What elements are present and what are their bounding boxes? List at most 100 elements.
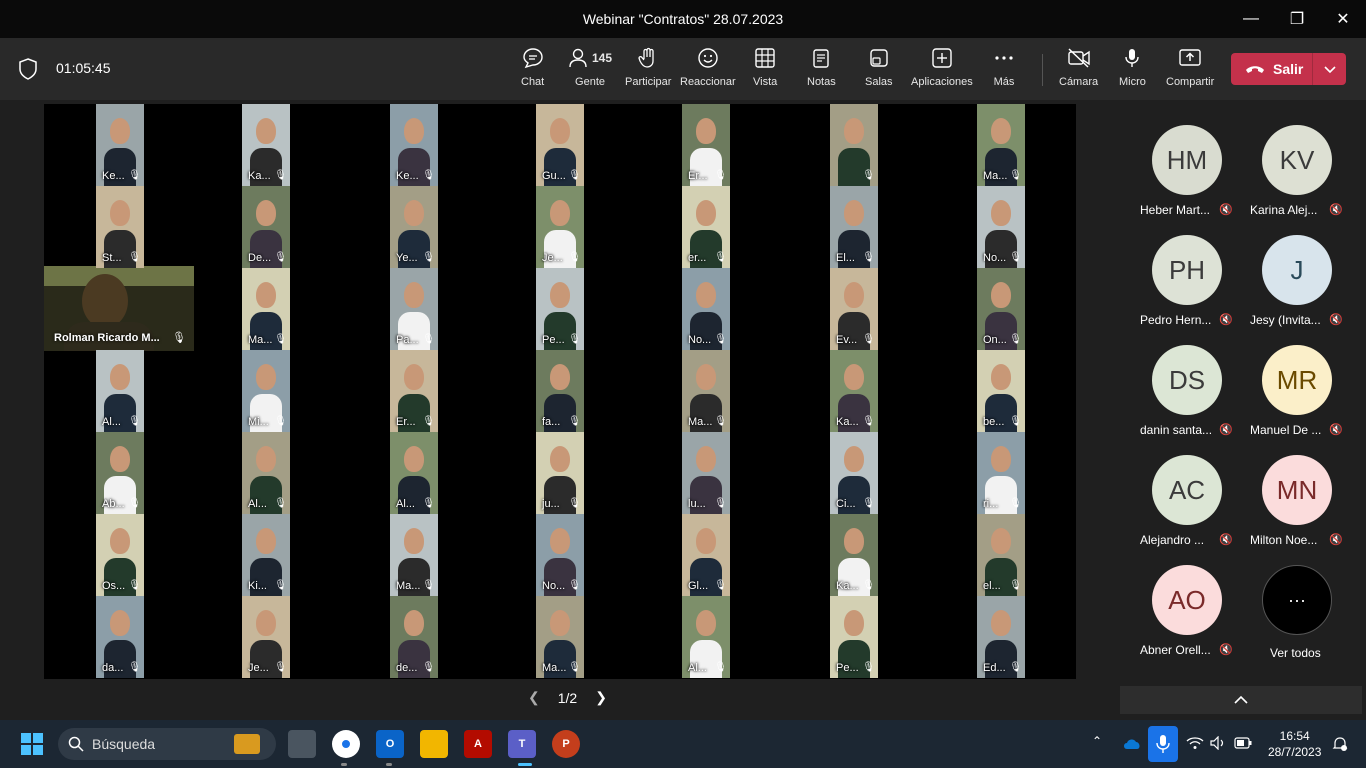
- more-icon: [995, 56, 1013, 60]
- participant-video-tile[interactable]: Pe... 🎙: [536, 268, 584, 350]
- participant-video-tile[interactable]: Pe... 🎙: [830, 596, 878, 678]
- chrome-icon[interactable]: [332, 730, 360, 758]
- participant-video-tile[interactable]: No... 🎙: [977, 186, 1025, 268]
- leave-main[interactable]: Salir: [1231, 53, 1313, 85]
- participant-video-tile[interactable]: On... 🎙: [977, 268, 1025, 350]
- leave-button[interactable]: Salir: [1231, 53, 1346, 85]
- participant-video-tile[interactable]: El... 🎙: [830, 186, 878, 268]
- volume-icon[interactable]: [1210, 736, 1226, 750]
- participant-video-tile[interactable]: Ed... 🎙: [977, 596, 1025, 678]
- onedrive-icon[interactable]: [1122, 736, 1142, 750]
- apps-button[interactable]: Aplicaciones: [911, 46, 973, 94]
- participant-video-tile[interactable]: Ma... 🎙: [536, 596, 584, 678]
- next-page-icon[interactable]: ❯: [595, 689, 607, 706]
- camera-button[interactable]: Cámara: [1059, 46, 1098, 94]
- participant-video-tile[interactable]: Ke... 🎙: [96, 104, 144, 186]
- view-button[interactable]: Vista: [753, 46, 777, 94]
- people-button[interactable]: 145 Gente: [568, 46, 612, 94]
- roster-item[interactable]: PH Pedro Hern... 🔇: [1119, 210, 1233, 327]
- participant-video-tile[interactable]: be... 🎙: [977, 350, 1025, 432]
- collapse-roster-button[interactable]: [1120, 686, 1362, 714]
- start-button[interactable]: [18, 730, 46, 758]
- participant-video-tile[interactable]: Ma... 🎙: [390, 514, 438, 596]
- wifi-icon[interactable]: [1186, 736, 1204, 750]
- see-all-button[interactable]: ···: [1229, 540, 1339, 650]
- participant-video-tile[interactable]: Al... 🎙: [682, 596, 730, 678]
- participant-video-tile[interactable]: Ma... 🎙: [242, 268, 290, 350]
- participant-video-tile[interactable]: da... 🎙: [96, 596, 144, 678]
- battery-icon[interactable]: [1234, 737, 1252, 749]
- participant-video-tile[interactable]: er... 🎙: [682, 186, 730, 268]
- participant-video-tile[interactable]: Gu... 🎙: [536, 104, 584, 186]
- roster-item[interactable]: KV Karina Alej... 🔇: [1229, 100, 1343, 217]
- more-button[interactable]: Más: [993, 46, 1015, 94]
- minimize-button[interactable]: —: [1228, 0, 1274, 38]
- notes-button[interactable]: Notas: [807, 46, 836, 94]
- task-view-icon[interactable]: [288, 730, 316, 758]
- roster-item[interactable]: AC Alejandro ... 🔇: [1119, 430, 1233, 547]
- participant-video-tile[interactable]: fa... 🎙: [536, 350, 584, 432]
- participant-video-tile[interactable]: No... 🎙: [682, 268, 730, 350]
- participant-video-tile[interactable]: Je... 🎙: [242, 596, 290, 678]
- notifications-icon[interactable]: [1332, 736, 1348, 752]
- close-button[interactable]: ✕: [1320, 0, 1366, 38]
- participant-video-tile[interactable]: Ma... 🎙: [682, 350, 730, 432]
- participant-video-tile[interactable]: Je... 🎙: [536, 186, 584, 268]
- participant-video-tile[interactable]: el... 🎙: [977, 514, 1025, 596]
- featured-video-tile[interactable]: Rolman Ricardo M... 🎙: [44, 266, 194, 351]
- participant-video-tile[interactable]: Ki... 🎙: [242, 514, 290, 596]
- powerpoint-icon[interactable]: P: [552, 730, 580, 758]
- participant-video-tile[interactable]: 🎙: [830, 104, 878, 186]
- participant-video-tile[interactable]: ri... 🎙: [977, 432, 1025, 514]
- mic-in-use-icon[interactable]: [1148, 726, 1178, 762]
- participant-video-tile[interactable]: Mi... 🎙: [242, 350, 290, 432]
- roster-item[interactable]: HM Heber Mart... 🔇: [1119, 100, 1233, 217]
- share-button[interactable]: Compartir: [1166, 46, 1214, 94]
- system-clock[interactable]: 16:54 28/7/2023: [1268, 728, 1321, 760]
- react-button[interactable]: Reaccionar: [680, 46, 736, 94]
- participant-video-tile[interactable]: Al... 🎙: [96, 350, 144, 432]
- file-explorer-icon[interactable]: [420, 730, 448, 758]
- participant-video-tile[interactable]: de... 🎙: [390, 596, 438, 678]
- prev-page-icon[interactable]: ❮: [528, 689, 540, 706]
- mic-button[interactable]: Micro: [1119, 46, 1146, 94]
- participant-video-tile[interactable]: Ke... 🎙: [390, 104, 438, 186]
- acrobat-icon[interactable]: A: [464, 730, 492, 758]
- participant-video-tile[interactable]: Ka... 🎙: [830, 350, 878, 432]
- tray-overflow-icon[interactable]: ⌃: [1092, 734, 1102, 748]
- participant-video-tile[interactable]: Al... 🎙: [390, 432, 438, 514]
- participant-video-tile[interactable]: Ci... 🎙: [830, 432, 878, 514]
- participant-video-tile[interactable]: Al... 🎙: [242, 432, 290, 514]
- roster-item[interactable]: MN Milton Noe... 🔇: [1229, 430, 1343, 547]
- roster-item[interactable]: AO Abner Orell... 🔇: [1119, 540, 1233, 657]
- participant-video-tile[interactable]: lu... 🎙: [682, 432, 730, 514]
- rooms-button[interactable]: Salas: [865, 46, 893, 94]
- roster-item[interactable]: DS danin santa... 🔇: [1119, 320, 1233, 437]
- participant-video-tile[interactable]: Ye... 🎙: [390, 186, 438, 268]
- participant-video-tile[interactable]: Gl... 🎙: [682, 514, 730, 596]
- participant-video-tile[interactable]: Ab... 🎙: [96, 432, 144, 514]
- participant-video-tile[interactable]: Ev... 🎙: [830, 268, 878, 350]
- participant-video-tile[interactable]: Os... 🎙: [96, 514, 144, 596]
- roster-item[interactable]: J Jesy (Invita... 🔇: [1229, 210, 1343, 327]
- participant-video-tile[interactable]: Er... 🎙: [390, 350, 438, 432]
- participant-video-tile[interactable]: Ka... 🎙: [242, 104, 290, 186]
- participant-video-tile[interactable]: Er... 🎙: [682, 104, 730, 186]
- participant-video-tile[interactable]: No... 🎙: [536, 514, 584, 596]
- participant-video-tile[interactable]: De... 🎙: [242, 186, 290, 268]
- leave-options-button[interactable]: [1313, 64, 1346, 74]
- roster-item[interactable]: MR Manuel De ... 🔇: [1229, 320, 1343, 437]
- participant-video-tile[interactable]: Ka... 🎙: [830, 514, 878, 596]
- maximize-button[interactable]: ❐: [1274, 0, 1320, 38]
- participant-video-tile[interactable]: Pa... 🎙: [390, 268, 438, 350]
- participant-video-tile[interactable]: ju... 🎙: [536, 432, 584, 514]
- taskbar-search[interactable]: Búsqueda: [58, 728, 276, 760]
- outlook-icon[interactable]: O: [376, 730, 404, 758]
- participant-video-tile[interactable]: Ma... 🎙: [977, 104, 1025, 186]
- raise-hand-button[interactable]: Participar: [625, 46, 671, 94]
- participant-video-tile[interactable]: St... 🎙: [96, 186, 144, 268]
- avatar: DS: [1152, 345, 1222, 415]
- teams-icon[interactable]: T: [508, 730, 536, 758]
- chat-button[interactable]: Chat: [521, 46, 544, 94]
- see-all-label[interactable]: Ver todos: [1270, 646, 1321, 660]
